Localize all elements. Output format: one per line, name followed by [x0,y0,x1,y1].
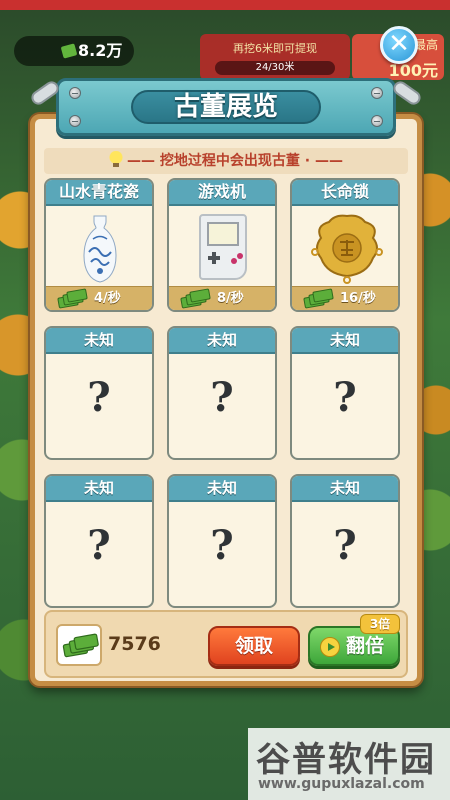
cash-icon [57,288,88,309]
bolt-icon [69,115,81,127]
unknown-mark: ? [210,374,234,421]
cash-icon [180,288,211,309]
panel-title: 古董展览 [173,92,278,122]
antique-card-unknown[interactable]: 未知 ? [167,474,277,608]
task-text: 再挖6米即可提现 [233,42,317,55]
money-value: 8.2万 [78,41,123,60]
card-title: 未知 [169,328,275,354]
unknown-mark: ? [87,374,111,421]
site-watermark: 谷普软件园 www.gupuxlazal.com [248,728,450,800]
play-video-icon [320,637,340,657]
close-button[interactable]: ✕ [380,26,418,64]
income-rate: 8/秒 [169,286,275,310]
unknown-mark: ? [333,374,357,421]
panel-header: 古董展览 [56,78,396,136]
unknown-mark: ? [87,522,111,569]
top-bar [0,0,450,10]
porcelain-vase-icon [83,215,117,283]
cash-icon [303,288,334,309]
money-counter: 8.2万 [14,36,134,66]
unknown-mark: ? [333,522,357,569]
cash-icon [60,43,78,59]
longevity-lock-icon [311,214,383,284]
antique-card-unknown[interactable]: 未知 ? [44,474,154,608]
card-title: 未知 [46,476,152,502]
card-title: 未知 [292,476,398,502]
title-plate: 古董展览 [131,90,321,124]
antique-card-game-console[interactable]: 游戏机 8/秒 [167,178,277,312]
task-progress: 24/30米 [215,61,335,75]
reward-bar: 7576 领取 翻倍 [44,610,408,678]
income-rate: 4/秒 [46,286,152,310]
watermark-url: www.gupuxlazal.com [258,776,425,792]
antique-card-unknown[interactable]: 未知 ? [290,326,400,460]
bolt-icon [371,115,383,127]
card-title: 长命锁 [292,180,398,206]
card-title: 未知 [292,328,398,354]
watermark-brand: 谷普软件园 [256,740,436,780]
antique-card-porcelain[interactable]: 山水青花瓷 4/秒 [44,178,154,312]
double-label: 翻倍 [346,635,385,657]
total-earnings: 7576 [108,633,161,655]
card-title: 山水青花瓷 [46,180,152,206]
rate-value: 4/秒 [94,291,121,306]
game-console-icon [199,214,247,280]
antique-card-unknown[interactable]: 未知 ? [290,474,400,608]
card-title: 游戏机 [169,180,275,206]
antique-card-longevity-lock[interactable]: 长命锁 16/秒 [290,178,400,312]
bolt-icon [371,87,383,99]
antique-card-unknown[interactable]: 未知 ? [44,326,154,460]
bolt-icon [69,87,81,99]
multiplier-badge: 3倍 [360,614,400,634]
rate-value: 8/秒 [217,291,244,306]
unknown-mark: ? [210,522,234,569]
panel-subtitle: —— 挖地过程中会出现古董 · —— [44,148,408,174]
subtitle-text: —— 挖地过程中会出现古董 · —— [127,153,343,169]
lightbulb-icon [109,151,124,167]
antique-card-unknown[interactable]: 未知 ? [167,326,277,460]
card-title: 未知 [169,476,275,502]
income-rate: 16/秒 [292,286,398,310]
claim-button[interactable]: 领取 [208,626,300,666]
rate-value: 16/秒 [340,291,376,306]
withdraw-task: 再挖6米即可提现 24/30米 [200,34,350,80]
cash-stack-icon [56,624,102,666]
card-title: 未知 [46,328,152,354]
